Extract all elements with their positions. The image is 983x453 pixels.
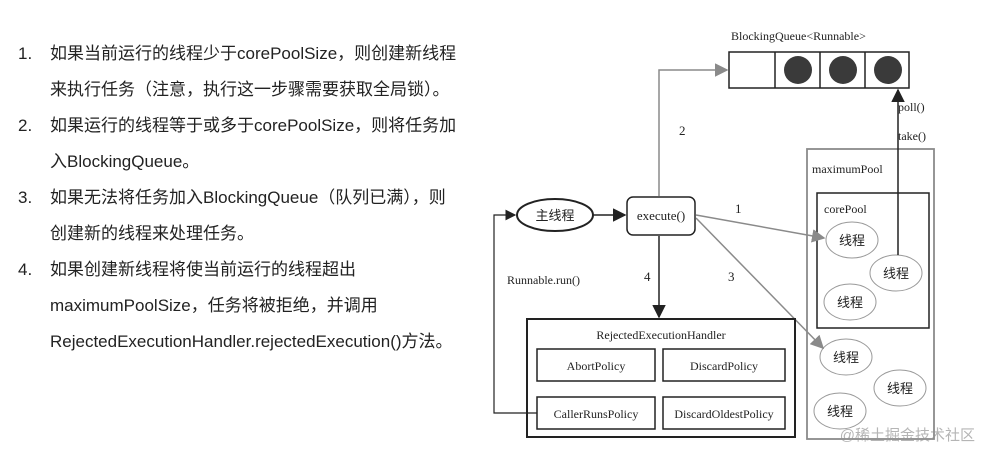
queue-task-dot bbox=[829, 56, 857, 84]
blocking-queue bbox=[728, 51, 910, 89]
thread-node: 线程 bbox=[823, 283, 877, 321]
execute-label: execute() bbox=[637, 208, 685, 223]
arrow-to-core-pool bbox=[695, 214, 826, 243]
edge-label-3: 3 bbox=[728, 269, 735, 284]
core-pool-label: corePool bbox=[824, 202, 867, 216]
poll-label: poll() bbox=[898, 100, 925, 114]
thread-label: 线程 bbox=[839, 233, 865, 248]
discard-policy-label: DiscardPolicy bbox=[690, 359, 758, 373]
edge-label-2: 2 bbox=[679, 123, 686, 138]
thread-label: 线程 bbox=[827, 404, 853, 419]
queue-task-dot bbox=[874, 56, 902, 84]
thread-label: 线程 bbox=[887, 381, 913, 396]
abort-policy-label: AbortPolicy bbox=[567, 359, 626, 373]
rejected-handler-label: RejectedExecutionHandler bbox=[596, 328, 725, 342]
arrow-to-queue bbox=[658, 63, 729, 196]
discard-oldest-policy-label: DiscardOldestPolicy bbox=[674, 407, 773, 421]
watermark: @稀土掘金技术社区 bbox=[839, 427, 975, 444]
main-thread-label: 主线程 bbox=[535, 208, 574, 223]
queue-task-dot bbox=[784, 56, 812, 84]
thread-node: 线程 bbox=[825, 221, 879, 259]
thread-node: 线程 bbox=[819, 338, 873, 376]
queue-label: BlockingQueue<Runnable> bbox=[731, 29, 866, 43]
take-label: take() bbox=[898, 129, 926, 143]
thread-pool-diagram: BlockingQueue<Runnable> 2 主线程 execute() … bbox=[493, 29, 935, 440]
caller-runs-policy-label: CallerRunsPolicy bbox=[554, 407, 639, 421]
thread-node: 线程 bbox=[869, 254, 923, 292]
maximum-pool-label: maximumPool bbox=[812, 162, 883, 176]
thread-label: 线程 bbox=[837, 295, 863, 310]
runnable-run-label: Runnable.run() bbox=[507, 273, 580, 287]
edge-label-4: 4 bbox=[644, 269, 651, 284]
thread-label: 线程 bbox=[833, 350, 859, 365]
thread-node: 线程 bbox=[873, 369, 927, 407]
thread-label: 线程 bbox=[883, 266, 909, 281]
edge-label-1: 1 bbox=[735, 201, 742, 216]
